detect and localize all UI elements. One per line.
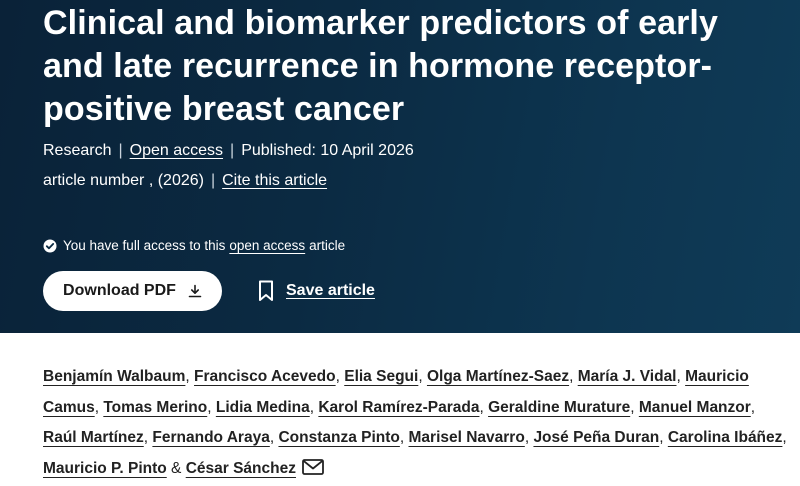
open-access-link[interactable]: Open access [130, 142, 223, 159]
email-icon[interactable] [302, 456, 324, 475]
author-separator: , [659, 429, 668, 446]
author-link[interactable]: Marisel Navarro [409, 429, 525, 446]
author-link[interactable]: Lidia Medina [216, 399, 310, 416]
separator: | [118, 142, 123, 159]
save-article-label: Save article [286, 282, 375, 299]
article-meta: Research | Open access | Published: 10 April… [43, 141, 414, 161]
author-link[interactable]: Francisco Acevedo [194, 368, 336, 385]
author-link[interactable]: Karol Ramírez-Parada [318, 399, 479, 416]
author-separator: , [185, 368, 195, 385]
author-link[interactable]: María J. Vidal [578, 368, 677, 385]
author-separator: , [782, 429, 787, 446]
author-list: Benjamín Walbaum, Francisco Acevedo, Eli… [43, 362, 788, 484]
author-separator: , [335, 368, 345, 385]
article-title: Clinical and biomarker predictors of ear… [43, 4, 718, 128]
author-separator: , [750, 398, 756, 416]
author-link[interactable]: Manuel Manzor [639, 399, 751, 416]
article-header: Clinical and biomarker predictors of ear… [0, 0, 800, 333]
author-link[interactable]: Geraldine Murature [488, 399, 630, 416]
save-article-button[interactable]: Save article [258, 280, 375, 302]
access-notice-text: You have full access to this [63, 238, 226, 253]
separator: | [210, 172, 216, 189]
author-link[interactable]: Olga Martínez-Saez [427, 368, 569, 385]
author-link[interactable]: Tomas Merino [103, 399, 207, 416]
author-separator: , [630, 398, 639, 416]
author-separator: , [676, 368, 686, 385]
access-notice-link[interactable]: open access [229, 237, 305, 255]
author-separator: , [479, 398, 489, 416]
author-separator: , [207, 398, 216, 416]
cite-article-link[interactable]: Cite this article [222, 172, 327, 189]
separator: | [230, 142, 235, 159]
author-separator: & [166, 459, 186, 477]
article-number: article number , (2026) [43, 172, 204, 189]
author-separator: , [418, 368, 427, 385]
author-separator: , [399, 429, 409, 446]
author-link[interactable]: César Sánchez [186, 460, 296, 477]
author-separator: , [569, 368, 578, 385]
bookmark-icon [258, 280, 274, 302]
published-date: Published: 10 April 2026 [241, 142, 414, 159]
download-pdf-button[interactable]: Download PDF [43, 271, 222, 311]
author-link[interactable]: Raúl Martínez [43, 429, 144, 446]
author-link[interactable]: Elia Segui [344, 368, 418, 385]
download-pdf-label: Download PDF [63, 282, 176, 299]
check-circle-icon [43, 239, 57, 253]
access-notice-suffix: article [309, 238, 346, 253]
article-type: Research [43, 142, 112, 159]
access-notice: You have full access to this open access… [43, 237, 345, 255]
download-icon [188, 284, 202, 298]
author-link[interactable]: Fernando Araya [152, 429, 269, 446]
author-link[interactable]: Benjamín Walbaum [43, 368, 185, 385]
author-link[interactable]: Carolina Ibáñez [668, 429, 783, 446]
author-link[interactable]: Constanza Pinto [278, 429, 399, 446]
article-citation-meta: article number , (2026) | Cite this articl… [43, 171, 327, 191]
author-link[interactable]: José Peña Duran [533, 429, 659, 446]
author-link[interactable]: Mauricio P. Pinto [43, 460, 167, 477]
